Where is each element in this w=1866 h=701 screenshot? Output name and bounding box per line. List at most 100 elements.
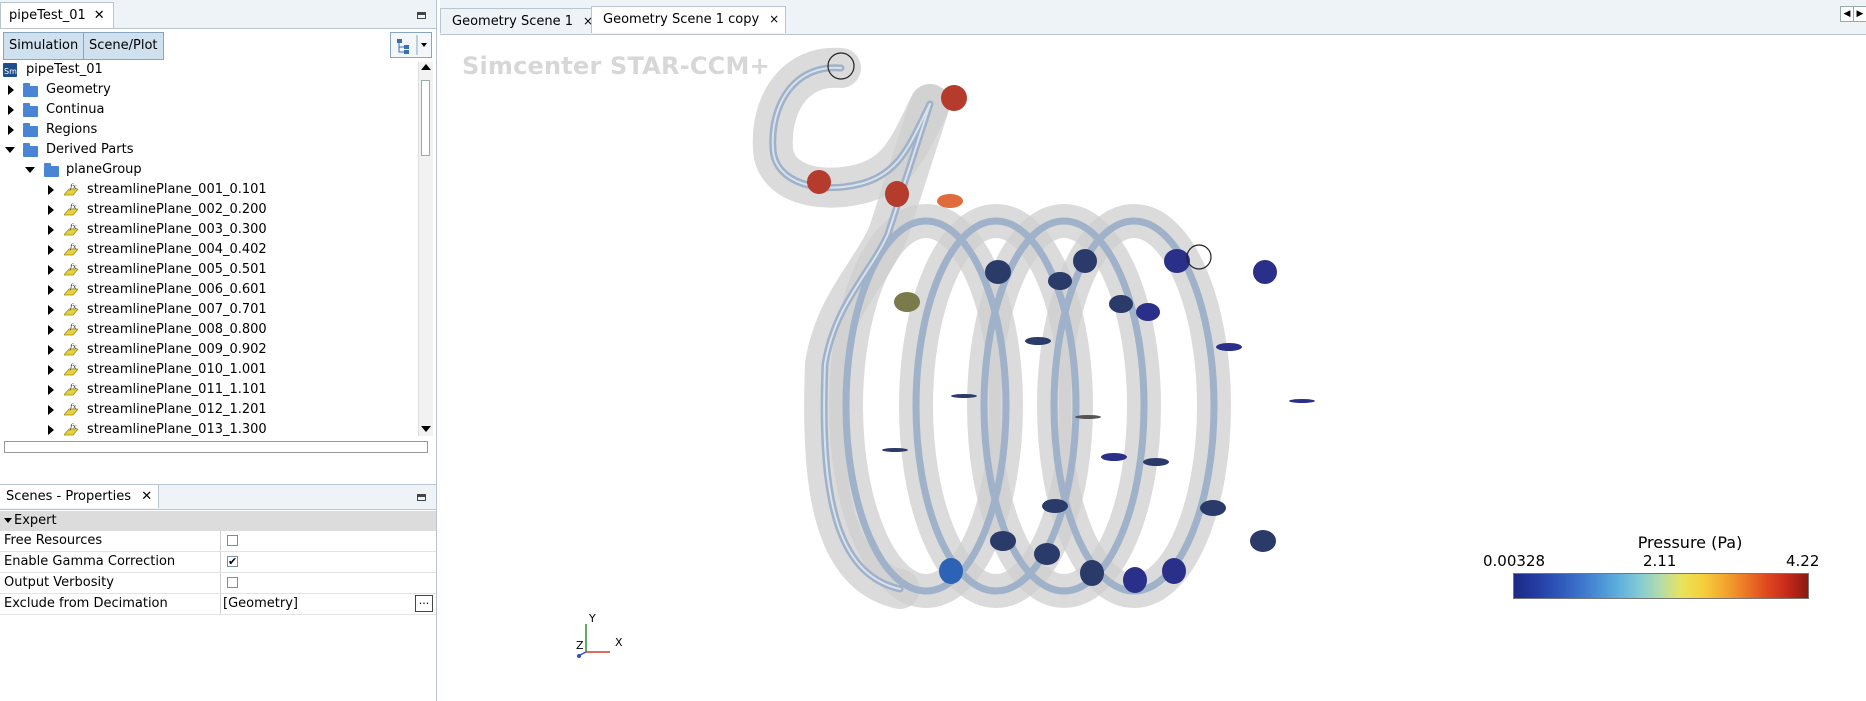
svg-text:fx: fx	[69, 223, 77, 231]
collapse-arrow-icon[interactable]	[5, 147, 15, 153]
expand-arrow-icon[interactable]	[48, 265, 54, 275]
scene-viewer: Geometry Scene 1 × Geometry Scene 1 copy ×…	[440, 0, 1866, 701]
minimize-icon[interactable]	[417, 12, 426, 19]
scene-canvas[interactable]	[440, 34, 1866, 701]
tab-geometry-scene-1-copy[interactable]: Geometry Scene 1 copy ×	[591, 6, 787, 33]
panel-toolbar: Simulation Scene/Plot	[0, 29, 436, 63]
folder-icon	[23, 103, 38, 117]
property-label: Free Resources	[4, 533, 103, 548]
expand-arrow-icon[interactable]	[48, 385, 54, 395]
tree-item-label: Continua	[46, 102, 105, 117]
tree-item-label: streamlinePlane_005_0.501	[87, 262, 267, 277]
property-row-exclude-decimation: Exclude from Decimation [Geometry] ...	[0, 594, 436, 615]
folder-icon	[23, 83, 38, 97]
property-section-header[interactable]: Expert	[0, 511, 436, 531]
simulation-button[interactable]: Simulation	[3, 32, 85, 60]
expand-arrow-icon[interactable]	[48, 405, 54, 415]
tree-vertical-scrollbar[interactable]	[418, 62, 433, 436]
tab-scenes-properties-label: Scenes - Properties	[6, 489, 132, 504]
close-icon[interactable]: ✕	[94, 8, 105, 23]
folder-icon	[44, 163, 59, 177]
property-label: Output Verbosity	[4, 575, 114, 590]
collapse-arrow-icon[interactable]	[4, 518, 12, 523]
simulation-tabstrip: pipeTest_01 ✕	[0, 0, 436, 29]
scene-tabstrip: Geometry Scene 1 × Geometry Scene 1 copy ×…	[440, 0, 1866, 35]
tab-label: Geometry Scene 1	[452, 14, 573, 29]
property-label: Enable Gamma Correction	[4, 554, 176, 569]
expand-arrow-icon[interactable]	[48, 245, 54, 255]
expand-arrow-icon[interactable]	[48, 185, 54, 195]
tab-scenes-properties[interactable]: Scenes - Properties ✕	[0, 485, 160, 508]
folder-icon	[23, 143, 38, 157]
tree-item-label: streamlinePlane_011_1.101	[87, 382, 267, 397]
browse-button[interactable]: ...	[415, 595, 433, 612]
svg-text:fx: fx	[69, 363, 77, 371]
svg-text:fx: fx	[69, 403, 77, 411]
tree-item-label: streamlinePlane_013_1.300	[87, 422, 267, 436]
plane-section-icon: fx	[64, 223, 78, 236]
section-label: Expert	[14, 513, 57, 528]
expand-arrow-icon[interactable]	[48, 305, 54, 315]
scroll-up-icon[interactable]	[421, 64, 431, 70]
tree-item-label: streamlinePlane_004_0.402	[87, 242, 267, 257]
property-row-output-verbosity: Output Verbosity	[0, 573, 436, 594]
plane-section-icon: fx	[64, 323, 78, 336]
plane-section-icon: fx	[64, 343, 78, 356]
tree-item-label: streamlinePlane_009_0.902	[87, 342, 267, 357]
close-icon[interactable]: ×	[769, 12, 779, 26]
expand-arrow-icon[interactable]	[48, 205, 54, 215]
plane-section-icon: fx	[64, 283, 78, 296]
expand-arrow-icon[interactable]	[8, 125, 14, 135]
simulation-panel: pipeTest_01 ✕ Simulation Scene/Plot Sm pi…	[0, 0, 437, 701]
gamma-correction-checkbox[interactable]: ✔	[227, 556, 238, 567]
svg-text:fx: fx	[69, 243, 77, 251]
expand-arrow-icon[interactable]	[8, 105, 14, 115]
tree-item-label: planeGroup	[66, 162, 142, 177]
axis-triad: Y X Z	[576, 612, 623, 658]
close-icon[interactable]: ✕	[141, 489, 152, 504]
svg-text:fx: fx	[69, 343, 77, 351]
svg-text:fx: fx	[69, 303, 77, 311]
expand-arrow-icon[interactable]	[48, 365, 54, 375]
plane-section-icon: fx	[64, 243, 78, 256]
expand-arrow-icon[interactable]	[48, 425, 54, 435]
properties-tabstrip: Scenes - Properties ✕	[0, 484, 436, 510]
legend-mid-label: 2.11	[1643, 552, 1677, 570]
tree-horizontal-scrollbar[interactable]	[4, 441, 428, 453]
tabs-scroll-left-icon[interactable]: ◀	[1840, 6, 1854, 22]
tree-item-label: Derived Parts	[46, 142, 134, 157]
property-value: ✔	[220, 552, 435, 572]
tabs-scroll-right-icon[interactable]: ▶	[1853, 6, 1866, 22]
plane-section-icon: fx	[64, 263, 78, 276]
expand-arrow-icon[interactable]	[8, 85, 14, 95]
property-value	[220, 573, 435, 593]
plane-section-icon: fx	[64, 383, 78, 396]
y-axis-label: Y	[588, 612, 596, 625]
minimize-icon[interactable]	[417, 494, 426, 501]
tree-view-options-button[interactable]	[390, 32, 432, 58]
output-verbosity-checkbox[interactable]	[227, 577, 238, 588]
svg-text:fx: fx	[69, 323, 77, 331]
tree-item-label: Regions	[46, 122, 98, 137]
tree-root-label: pipeTest_01	[26, 62, 103, 77]
expand-arrow-icon[interactable]	[48, 345, 54, 355]
tree-item-label: streamlinePlane_012_1.201	[87, 402, 267, 417]
tab-pipetest[interactable]: pipeTest_01 ✕	[0, 2, 114, 28]
scene-plot-button[interactable]: Scene/Plot	[83, 32, 164, 60]
exclude-decimation-field[interactable]: [Geometry] ...	[220, 594, 435, 614]
expand-arrow-icon[interactable]	[48, 225, 54, 235]
property-value	[220, 531, 435, 551]
sim-file-icon: Sm	[3, 63, 17, 77]
collapse-arrow-icon[interactable]	[25, 167, 35, 173]
plane-section-icon: fx	[64, 183, 78, 196]
svg-text:fx: fx	[69, 263, 77, 271]
tree-item-label: Geometry	[46, 82, 111, 97]
tree-item-label: streamlinePlane_003_0.300	[87, 222, 267, 237]
scrollbar-thumb[interactable]	[421, 80, 430, 156]
tree-item-label: streamlinePlane_010_1.001	[87, 362, 267, 377]
expand-arrow-icon[interactable]	[48, 325, 54, 335]
scroll-down-icon[interactable]	[421, 426, 431, 432]
free-resources-checkbox[interactable]	[227, 535, 238, 546]
tab-geometry-scene-1[interactable]: Geometry Scene 1 ×	[440, 8, 601, 33]
expand-arrow-icon[interactable]	[48, 285, 54, 295]
